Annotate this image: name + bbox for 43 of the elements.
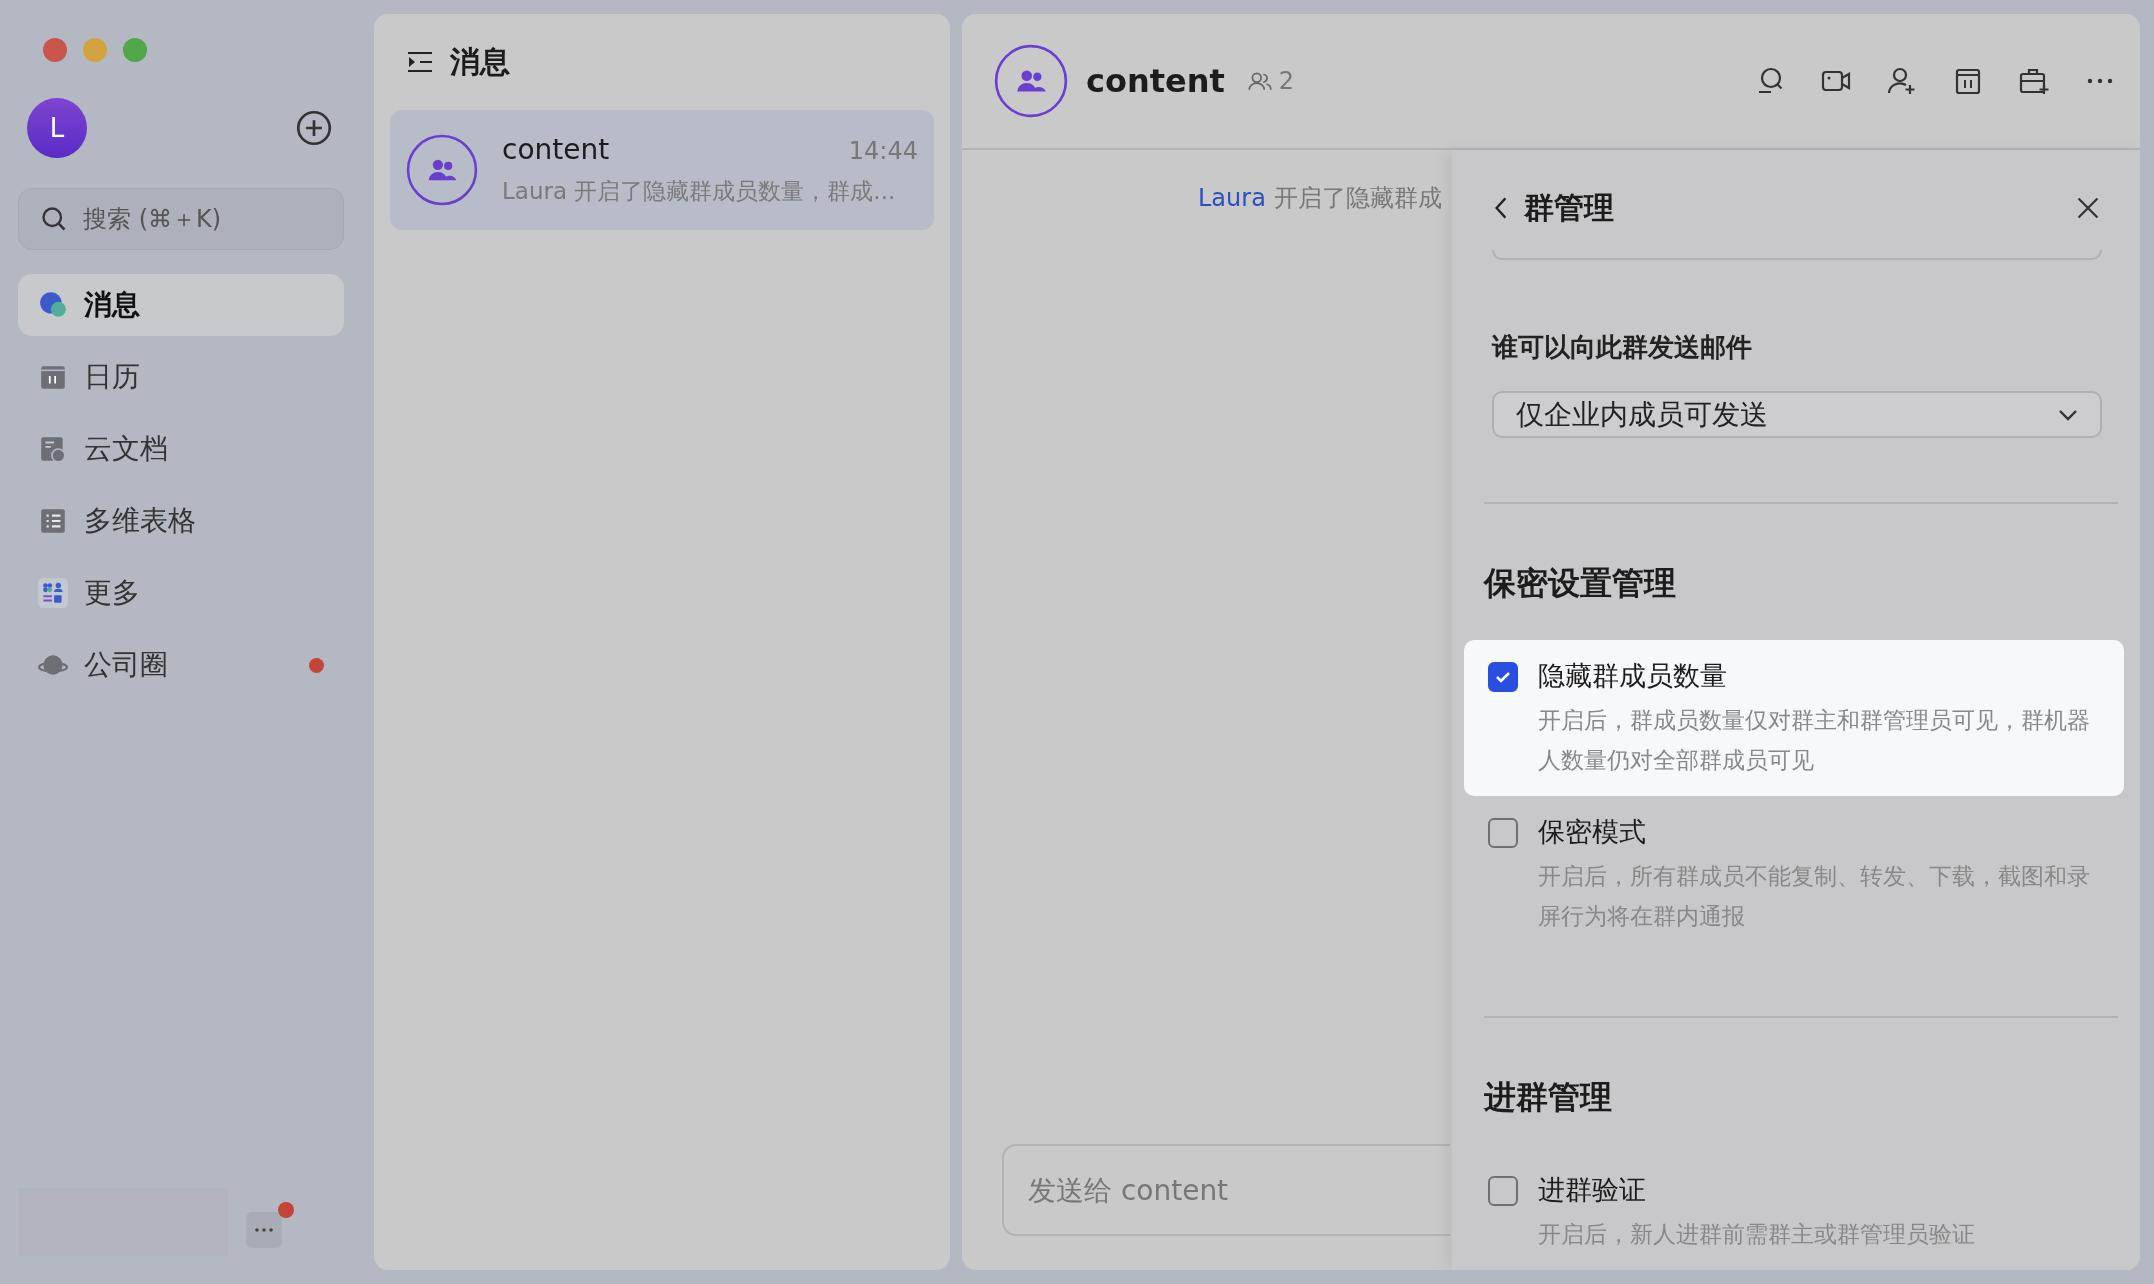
add-icon[interactable]: [296, 110, 332, 146]
group-avatar-icon: [994, 44, 1068, 118]
nav-item[interactable]: 云文档: [18, 418, 344, 480]
back-icon[interactable]: [1494, 195, 1508, 221]
text-field[interactable]: [1492, 250, 2102, 261]
message-input-field[interactable]: 发送给 content: [1002, 1144, 1450, 1236]
option-label: 保密模式: [1538, 815, 1647, 849]
members-icon: [1246, 70, 1273, 92]
field-label: 谁可以向此群发送邮件: [1492, 331, 1753, 365]
system-message: Laura 开启了隐藏群成: [1198, 183, 1443, 214]
apps-grid-icon: [38, 578, 68, 608]
list-icon: [38, 506, 68, 536]
option-label: 隐藏群成员数量: [1538, 659, 1728, 693]
nav-item[interactable]: 多维表格: [18, 490, 344, 552]
chevron-down-icon: [2058, 408, 2078, 421]
section-title: 保密设置管理: [1484, 563, 1677, 604]
panel-title: 消息: [450, 42, 510, 81]
drawer-title: 群管理: [1524, 188, 1614, 227]
section-title: 进群管理: [1484, 1077, 1613, 1118]
nav-item[interactable]: 日历: [18, 346, 344, 408]
checkbox[interactable]: [1488, 818, 1518, 848]
user-avatar[interactable]: L: [27, 98, 87, 158]
option-description: 开启后，所有群成员不能复制、转发、下载，截图和录屏行为将在群内通报: [1538, 862, 2091, 931]
checkbox[interactable]: [1488, 662, 1518, 692]
nav-item[interactable]: 公司圈: [18, 634, 344, 696]
add-person-icon[interactable]: [1886, 65, 1918, 97]
chat-bubbles-icon: [38, 290, 68, 320]
nav-item[interactable]: 更多: [18, 562, 344, 624]
close-icon[interactable]: [2076, 196, 2100, 220]
dropdown[interactable]: 仅企业内成员可发送: [1492, 391, 2102, 438]
checkbox[interactable]: [1488, 1176, 1518, 1206]
member-count: 2: [1278, 67, 1295, 95]
nav-item[interactable]: 消息: [18, 274, 344, 336]
option-label: 进群验证: [1538, 1173, 1647, 1207]
option-description: 开启后，新人进群前需群主或群管理员验证: [1538, 1220, 1976, 1249]
option-description: 开启后，群成员数量仅对群主和群管理员可见，群机器人数量仍对全部群成员可见: [1538, 706, 2091, 775]
chat-list-item[interactable]: content 14:44 Laura 开启了隐藏群成员数量，群成...: [390, 110, 934, 230]
search-icon: [40, 205, 68, 233]
collapse-list-icon[interactable]: [406, 50, 434, 74]
chat-title: content: [1086, 62, 1225, 100]
search-field[interactable]: 搜索 (⌘＋K): [18, 188, 344, 250]
group-avatar-icon: [406, 134, 478, 206]
ellipsis-icon: [254, 1227, 274, 1233]
